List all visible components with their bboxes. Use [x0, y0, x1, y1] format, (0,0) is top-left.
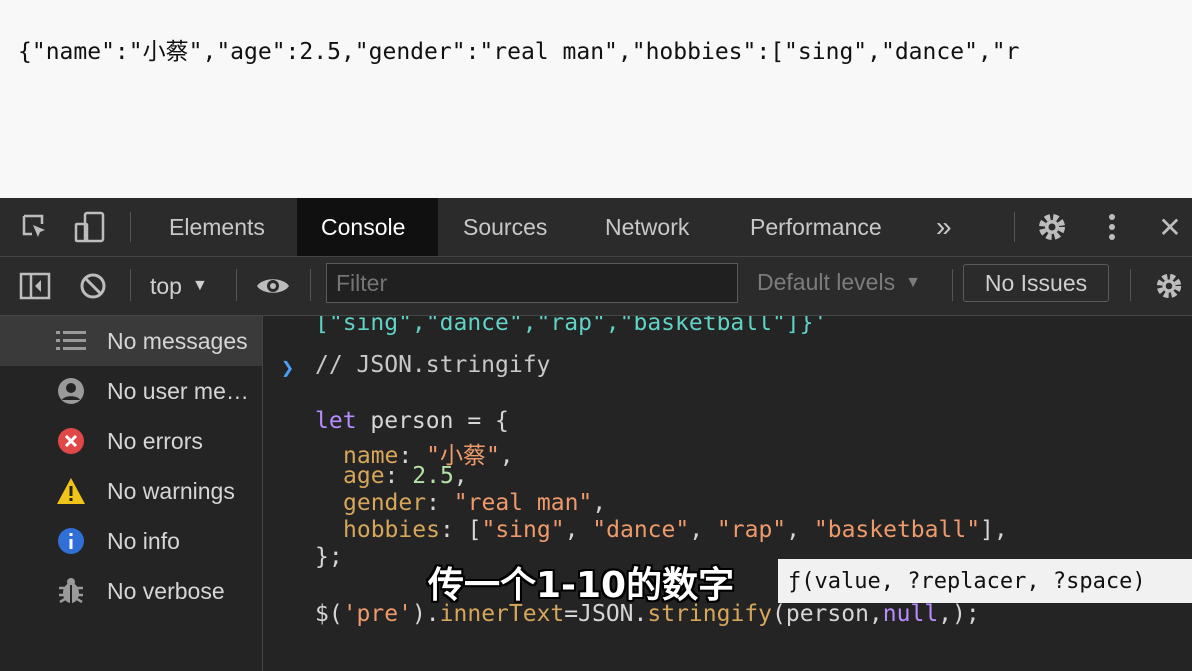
page-viewport: {"name":"小蔡","age":2.5,"gender":"real ma…: [0, 0, 1192, 198]
warning-icon: [56, 476, 86, 506]
console-settings-gear-icon[interactable]: [1152, 269, 1186, 303]
pre-output: {"name":"小蔡","age":2.5,"gender":"real ma…: [18, 39, 1020, 65]
context-selector[interactable]: top ▼: [150, 269, 208, 303]
devtools-tabbar: Elements Console Sources Network Perform…: [0, 198, 1192, 257]
live-expression-eye-icon[interactable]: [254, 269, 292, 303]
clear-console-icon[interactable]: [76, 269, 110, 303]
signature-hint-tooltip: ƒ(value, ?replacer, ?space): [778, 559, 1192, 603]
toolbar-divider-2: [236, 269, 237, 301]
video-subtitle: 传一个1-10的数字: [428, 565, 735, 606]
console-output[interactable]: ["sing","dance","rap","basketball"]}' ❯ …: [263, 316, 1192, 671]
toolbar-divider-4: [952, 269, 953, 301]
console-toolbar: top ▼ Default levels ▼ No Issues: [0, 257, 1192, 316]
tab-elements[interactable]: Elements: [145, 198, 289, 256]
default-levels-dropdown[interactable]: Default levels ▼: [757, 269, 921, 296]
prompt-chevron-icon: ❯: [281, 356, 295, 381]
console-sidebar: No messages No user me… No errors No war…: [0, 316, 263, 671]
code-line-age: age: 2.5,: [343, 463, 468, 489]
tabbar-divider: [130, 212, 131, 242]
code-comment: // JSON.stringify: [315, 352, 551, 378]
tab-console[interactable]: Console: [297, 198, 438, 256]
list-icon: [56, 326, 86, 356]
filter-input[interactable]: [326, 263, 738, 303]
sidebar-item-user-messages[interactable]: No user me…: [0, 366, 262, 416]
info-icon: [56, 526, 86, 556]
tab-network[interactable]: Network: [581, 198, 713, 256]
toolbar-divider-5: [1130, 269, 1131, 301]
toolbar-divider: [130, 269, 131, 301]
close-devtools-icon[interactable]: ✕: [1152, 210, 1188, 244]
settings-gear-icon[interactable]: [1034, 210, 1070, 244]
sidebar-toggle-icon[interactable]: [18, 269, 52, 303]
user-icon: [56, 376, 86, 406]
issues-button[interactable]: No Issues: [963, 264, 1109, 302]
previous-output-line: ["sing","dance","rap","basketball"]}': [315, 316, 828, 336]
toolbar-divider-3: [310, 269, 311, 301]
error-icon: [56, 426, 86, 456]
inspect-element-icon[interactable]: [18, 212, 52, 242]
tab-performance[interactable]: Performance: [726, 198, 906, 256]
sidebar-item-warnings[interactable]: No warnings: [0, 466, 262, 516]
code-line-close: };: [315, 544, 343, 570]
code-line-gender: gender: "real man",: [343, 490, 607, 516]
sidebar-item-errors[interactable]: No errors: [0, 416, 262, 466]
kebab-menu-icon[interactable]: [1100, 210, 1124, 244]
code-line-let: let person = {: [315, 408, 509, 434]
more-tabs-button[interactable]: »: [912, 198, 976, 256]
sidebar-item-verbose[interactable]: No verbose: [0, 566, 262, 616]
chevron-down-icon: ▼: [905, 273, 921, 291]
sidebar-item-messages[interactable]: No messages: [0, 316, 262, 366]
chevron-down-icon: ▼: [191, 277, 208, 294]
device-toolbar-icon[interactable]: [72, 210, 108, 244]
tabbar-divider-right: [1014, 212, 1015, 242]
code-line-hobbies: hobbies: ["sing", "dance", "rap", "baske…: [343, 517, 1008, 543]
sidebar-item-info[interactable]: No info: [0, 516, 262, 566]
tab-sources[interactable]: Sources: [439, 198, 571, 256]
bug-icon: [56, 576, 86, 606]
